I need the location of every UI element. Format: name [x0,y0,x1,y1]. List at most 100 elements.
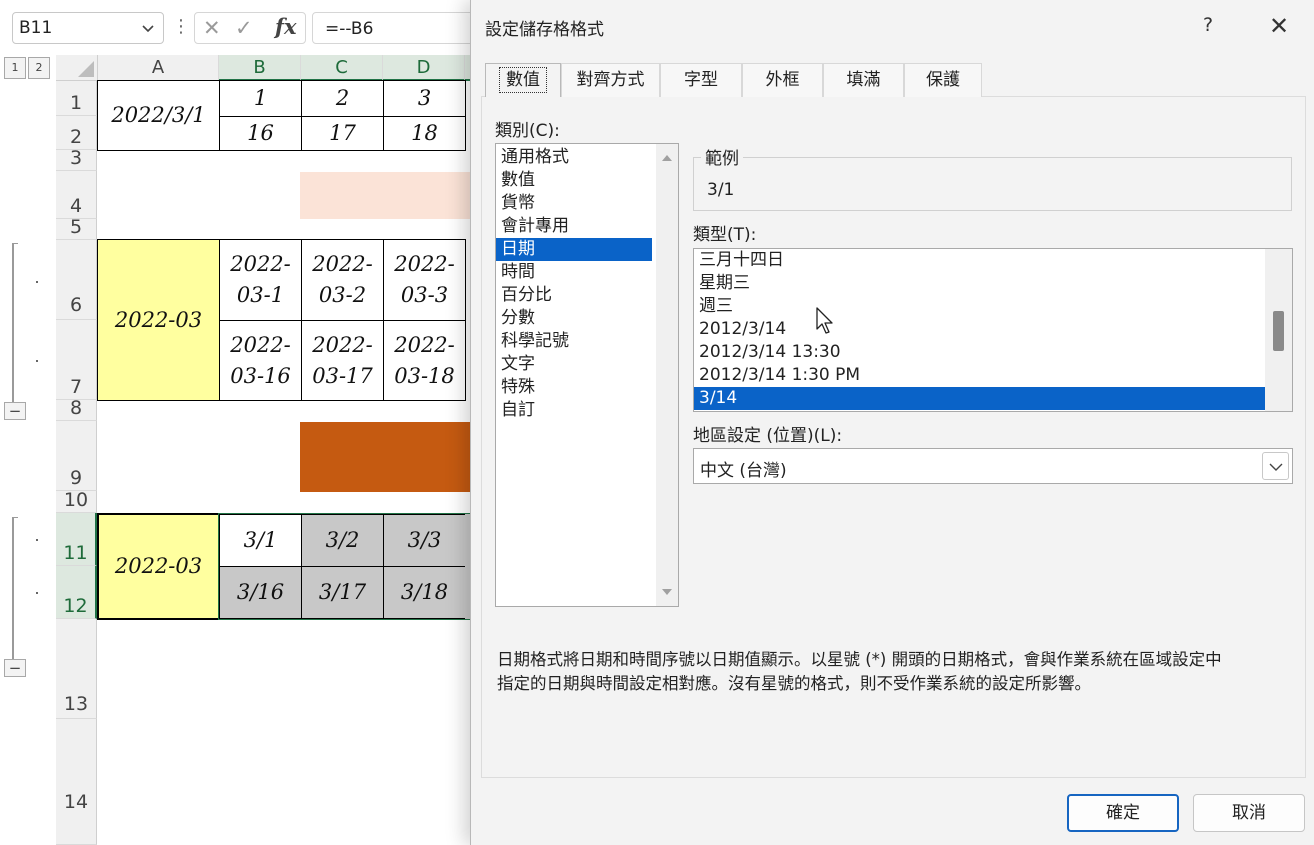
column-header-c[interactable]: C [301,55,383,81]
cell-text: 2022- [230,332,291,357]
category-scrollbar[interactable] [656,144,678,606]
peach-fill-cell[interactable] [300,172,472,219]
tab-protection[interactable]: 保護 [904,63,982,97]
description-text: 日期格式將日期和時間序號以日期值顯示。以星號 (*) 開頭的日期格式，會與作業系… [497,648,1297,696]
cell-a1[interactable]: 2022/3/1 [97,80,220,151]
type-item[interactable]: 2012/3/14 [694,318,1265,341]
row-header-13[interactable]: 13 [56,619,97,719]
category-item-selected[interactable]: 日期 [496,238,652,261]
category-item[interactable]: 自訂 [496,399,652,422]
category-item[interactable]: 特殊 [496,376,652,399]
cell-a11[interactable]: 2022-03 [97,513,220,620]
cell-text: 2022- [312,252,373,276]
tab-border[interactable]: 外框 [742,63,823,97]
category-list[interactable]: 通用格式 數值 貨幣 會計專用 日期 時間 百分比 分數 科學記號 文字 特殊 … [495,143,679,607]
cell-b1[interactable]: 1 [219,80,302,117]
cell-b2[interactable]: 16 [219,116,302,151]
cell-c1[interactable]: 2 [301,80,384,117]
type-item[interactable]: 2012/3/14 13:30 [694,341,1265,364]
chevron-down-icon[interactable] [141,21,155,35]
type-item[interactable]: 週三 [694,295,1265,318]
cell-c7[interactable]: 2022- 03-17 [301,320,384,401]
column-header-a[interactable]: A [98,55,219,81]
cell-d2[interactable]: 18 [383,116,466,151]
row-number: 6 [69,294,83,316]
type-scrollbar[interactable] [1265,249,1292,411]
description-line: 指定的日期與時間設定相對應。沒有星號的格式，則不受作業系統的設定所影響。 [497,674,1091,693]
row-header-7[interactable]: 7 [56,320,97,400]
cancel-button[interactable]: 取消 [1193,794,1305,832]
category-item[interactable]: 數值 [496,169,652,192]
category-item[interactable]: 貨幣 [496,192,652,215]
excel-window: B11 ⋮ ✕ ✓ fx =--B6 1 2 − − A B C D 1 2 3… [0,0,1314,845]
cell-b7[interactable]: 2022- 03-16 [219,320,302,401]
tab-font[interactable]: 字型 [660,63,742,97]
locale-value: 中文 (台灣) [700,461,787,481]
row-header-11[interactable]: 11 [56,513,97,566]
scroll-thumb[interactable] [1273,311,1284,351]
category-item[interactable]: 分數 [496,307,652,330]
category-item[interactable]: 通用格式 [496,146,652,169]
select-all-button[interactable] [56,55,98,81]
cell-c6[interactable]: 2022- 03-2 [301,239,384,321]
cell-text: 03-18 [394,363,455,388]
select-all-icon [78,61,94,77]
type-list[interactable]: 三月十四日 星期三 週三 2012/3/14 2012/3/14 13:30 2… [693,248,1293,412]
row-header-6[interactable]: 6 [56,240,97,320]
orange-fill-cell[interactable] [300,422,472,492]
row-header-5[interactable]: 5 [56,216,97,240]
row-number: 1 [69,92,83,114]
row-header-14[interactable]: 14 [56,719,97,845]
locale-dropdown-button[interactable] [1262,452,1289,480]
cell-c2[interactable]: 17 [301,116,384,151]
scroll-up-icon[interactable] [661,154,673,162]
category-item[interactable]: 科學記號 [496,330,652,353]
outline-dot [36,360,38,362]
category-item[interactable]: 文字 [496,353,652,376]
cell-a6[interactable]: 2022-03 [97,239,220,401]
cancel-icon[interactable]: ✕ [203,16,221,40]
row-header-1[interactable]: 1 [56,81,97,116]
type-item-selected[interactable]: 3/14 [694,387,1265,410]
close-button[interactable]: ✕ [1269,12,1289,40]
cell-d1[interactable]: 3 [383,80,466,117]
column-header-d[interactable]: D [383,55,465,81]
locale-select[interactable]: 中文 (台灣) [693,448,1293,484]
category-item[interactable]: 時間 [496,261,652,284]
tab-number[interactable]: 數值 [485,63,561,97]
row-header-4[interactable]: 4 [56,171,97,219]
row-header-3[interactable]: 3 [56,147,97,171]
ok-button[interactable]: 確定 [1067,794,1179,832]
row-header-12[interactable]: 12 [56,566,97,619]
type-item[interactable]: 2012/3/14 1:30 PM [694,364,1265,387]
insert-function-icon[interactable]: fx [275,14,297,39]
outline-level-1-button[interactable]: 1 [4,57,26,79]
cell-d7[interactable]: 2022- 03-18 [383,320,466,401]
collapse-group-button[interactable]: − [4,402,26,420]
row-header-2[interactable]: 2 [56,116,97,150]
enter-icon[interactable]: ✓ [235,16,253,40]
type-item[interactable]: 三月十四日 [694,249,1265,272]
collapse-group-button[interactable]: − [4,659,26,677]
row-header-8[interactable]: 8 [56,397,97,421]
row-header-10[interactable]: 10 [56,489,97,513]
more-icon[interactable]: ⋮ [172,16,190,37]
column-header-b[interactable]: B [219,55,301,81]
outline-area [0,54,56,845]
tab-fill[interactable]: 填滿 [823,63,904,97]
category-item[interactable]: 百分比 [496,284,652,307]
row-header-9[interactable]: 9 [56,421,97,491]
name-box[interactable]: B11 [12,12,164,44]
tab-alignment[interactable]: 對齊方式 [561,63,660,97]
scroll-down-icon[interactable] [661,588,673,596]
outline-level-2-button[interactable]: 2 [28,57,50,79]
row-number: 2 [69,126,83,148]
outline-bracket [12,243,14,403]
type-item[interactable]: 星期三 [694,272,1265,295]
category-item[interactable]: 會計專用 [496,215,652,238]
cell-d6[interactable]: 2022- 03-3 [383,239,466,321]
row-number: 12 [63,595,88,617]
locale-label: 地區設定 (位置)(L): [693,426,843,446]
cell-b6[interactable]: 2022- 03-1 [219,239,302,321]
help-button[interactable]: ? [1203,14,1213,36]
